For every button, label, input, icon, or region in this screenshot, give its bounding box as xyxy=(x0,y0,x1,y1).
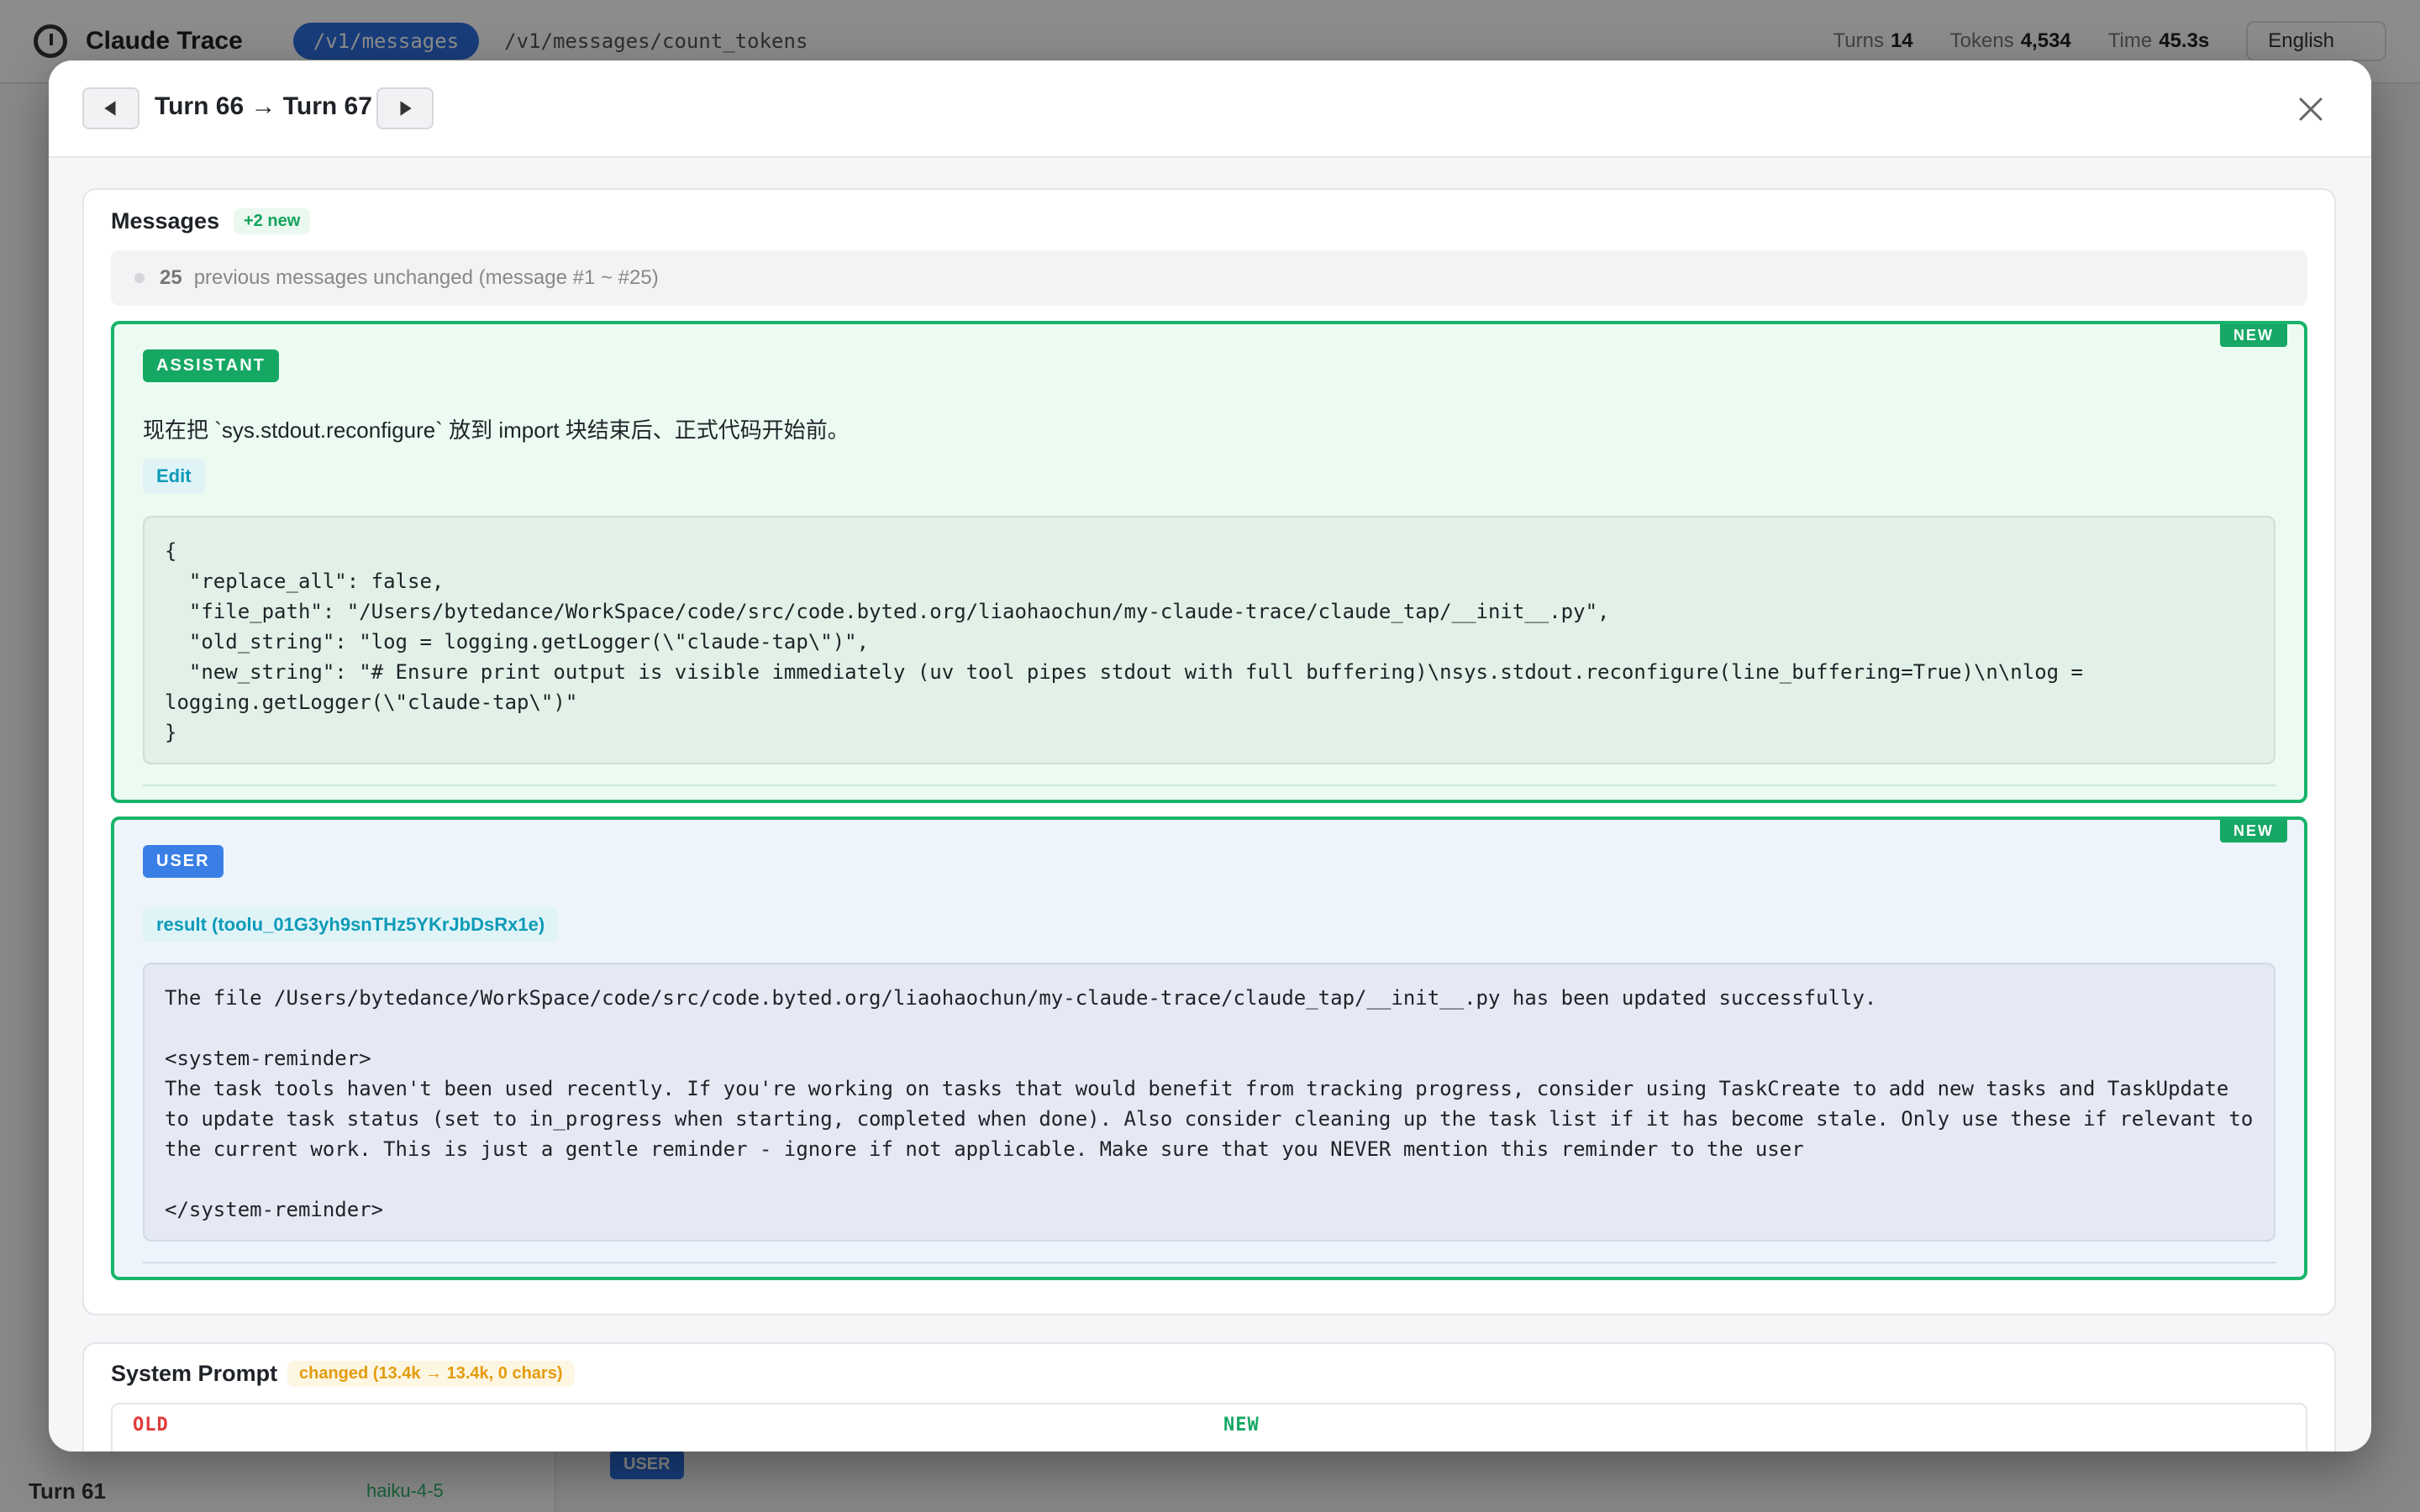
tool-result-pill: result (toolu_01G3yh9snTHz5YKrJbDsRx1e) xyxy=(143,907,559,942)
role-badge-user: USER xyxy=(143,845,224,878)
unchanged-messages-bar[interactable]: 25 previous messages unchanged (message … xyxy=(111,250,2307,306)
messages-section: Messages +2 new 25 previous messages unc… xyxy=(82,188,2336,1315)
prev-turn-button[interactable] xyxy=(82,87,139,129)
role-badge-assistant: ASSISTANT xyxy=(143,349,279,382)
divider xyxy=(143,1262,2275,1263)
dot-icon xyxy=(134,273,145,283)
changed-badge: changed (13.4k → 13.4k, 0 chars) xyxy=(287,1361,575,1387)
modal-body[interactable]: Messages +2 new 25 previous messages unc… xyxy=(49,158,2371,1452)
close-icon[interactable] xyxy=(2296,94,2326,124)
unchanged-text: previous messages unchanged (message #1 … xyxy=(193,266,659,289)
assistant-text: 现在把 `sys.stdout.reconfigure` 放到 import 块… xyxy=(143,417,850,443)
diff-new-label: NEW xyxy=(1223,1415,1260,1436)
system-prompt-title: System Prompt xyxy=(111,1361,278,1386)
modal-title: Turn 66 → Turn 67 xyxy=(155,92,372,120)
next-turn-button[interactable] xyxy=(376,87,434,129)
messages-title: Messages xyxy=(111,208,220,234)
modal-header: Turn 66 → Turn 67 xyxy=(49,60,2371,158)
diff-old-label: OLD xyxy=(133,1415,169,1436)
arrow-left-icon xyxy=(104,101,116,116)
new-badge: NEW xyxy=(2220,820,2287,843)
system-prompt-section: System Prompt changed (13.4k → 13.4k, 0 … xyxy=(82,1342,2336,1452)
diff-header: OLD NEW xyxy=(111,1403,2307,1452)
tool-result-code: The file /Users/bytedance/WorkSpace/code… xyxy=(143,963,2275,1242)
tool-name-pill: Edit xyxy=(143,459,205,494)
tool-input-code: { "replace_all": false, "file_path": "/U… xyxy=(143,516,2275,764)
message-assistant: NEW ASSISTANT 现在把 `sys.stdout.reconfigur… xyxy=(111,321,2307,803)
message-user: NEW USER result (toolu_01G3yh9snTHz5YKrJ… xyxy=(111,816,2307,1280)
arrow-right-icon xyxy=(400,101,412,116)
divider xyxy=(143,785,2275,786)
new-count-badge: +2 new xyxy=(234,208,311,234)
new-badge: NEW xyxy=(2220,324,2287,347)
unchanged-count: 25 xyxy=(160,266,182,289)
turn-diff-modal: Turn 66 → Turn 67 Messages +2 new 25 pre… xyxy=(49,60,2371,1452)
